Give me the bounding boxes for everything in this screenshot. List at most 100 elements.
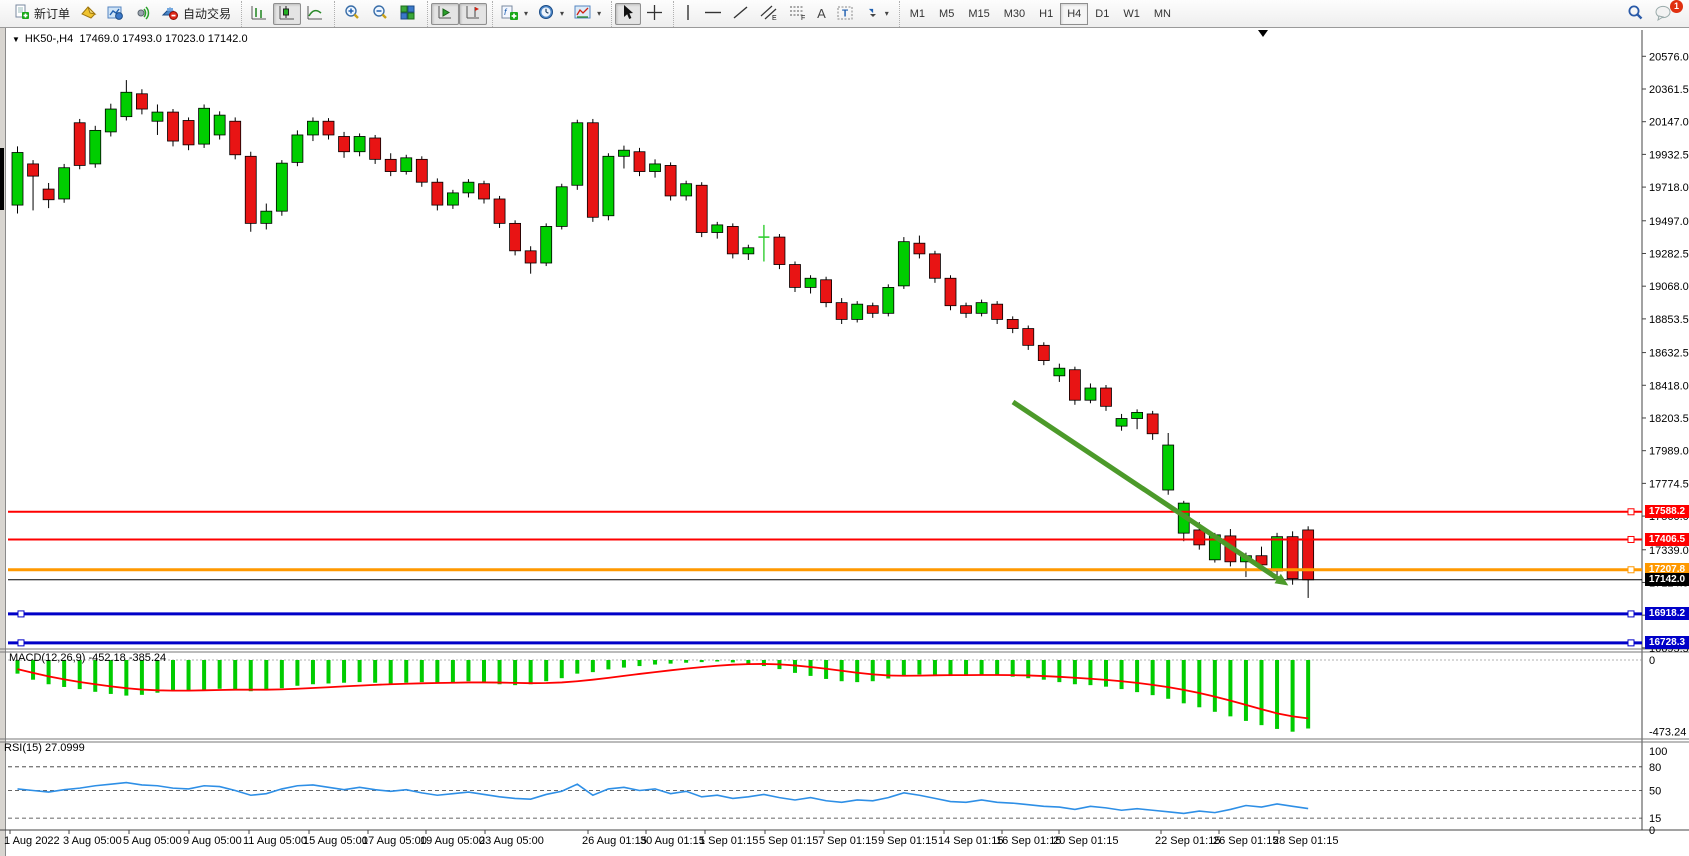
- templates-button[interactable]: ▾: [569, 3, 606, 25]
- arrows-tool-button[interactable]: ▾: [859, 3, 894, 25]
- macd-histogram-bar: [124, 660, 128, 696]
- publish-button[interactable]: [102, 3, 129, 25]
- macd-histogram-bar: [731, 660, 735, 662]
- auto-scroll-button[interactable]: [431, 3, 459, 25]
- tf-w1[interactable]: W1: [1116, 3, 1147, 25]
- sound-button[interactable]: [129, 3, 156, 25]
- market-watch-button[interactable]: [75, 3, 102, 25]
- macd-histogram-bar: [855, 660, 859, 682]
- candle-body: [945, 278, 956, 305]
- line-handle[interactable]: [18, 611, 24, 617]
- candle-body: [183, 120, 194, 144]
- candle-body: [385, 159, 396, 171]
- candle-body: [74, 123, 85, 166]
- price-tick-label: 19718.0: [1649, 182, 1689, 194]
- candle-chart-button[interactable]: [273, 3, 301, 25]
- price-tick-label: 19932.5: [1649, 149, 1689, 161]
- text-label-tool-button[interactable]: T: [831, 3, 859, 25]
- fibonacci-icon: F: [788, 4, 807, 24]
- candle-body: [1069, 370, 1080, 400]
- macd-histogram-bar: [498, 660, 502, 684]
- macd-histogram-bar: [155, 660, 159, 693]
- new-order-button[interactable]: 新订单: [9, 3, 75, 25]
- candle-body: [650, 164, 661, 172]
- macd-signal-line: [18, 664, 1309, 718]
- autotrade-label: 自动交易: [183, 5, 231, 22]
- macd-histogram-bar: [264, 660, 268, 690]
- candle-body: [432, 182, 443, 205]
- tf-m5[interactable]: M5: [932, 3, 961, 25]
- macd-histogram-bar: [1275, 660, 1279, 729]
- line-chart-button[interactable]: [301, 3, 329, 25]
- price-tick-label: 20361.5: [1649, 84, 1689, 96]
- candle-body: [28, 164, 39, 176]
- hline-tool-button[interactable]: [699, 3, 727, 25]
- line-handle[interactable]: [1628, 611, 1634, 617]
- line-handle[interactable]: [1628, 640, 1634, 646]
- channel-tool-button[interactable]: E: [754, 3, 783, 25]
- macd-histogram-bar: [513, 660, 517, 685]
- candle-body: [525, 251, 536, 263]
- time-tick-label: 3 Aug 05:00: [63, 835, 122, 847]
- search-icon: [1626, 4, 1644, 24]
- line-handle[interactable]: [1628, 509, 1634, 515]
- cursor-button[interactable]: [615, 3, 641, 25]
- price-label-17142.0: 17142.0: [1645, 573, 1689, 586]
- indicators-button[interactable]: f ▾: [496, 3, 533, 25]
- tf-d1[interactable]: D1: [1088, 3, 1116, 25]
- text-tool-button[interactable]: A: [812, 3, 831, 25]
- chart-type-group: [241, 1, 332, 27]
- autotrade-icon: [161, 5, 179, 23]
- crosshair-button[interactable]: [641, 3, 668, 25]
- search-button[interactable]: [1621, 3, 1649, 25]
- zoom-in-button[interactable]: [338, 3, 366, 25]
- tf-h1[interactable]: H1: [1032, 3, 1060, 25]
- time-tick-label: 23 Aug 05:00: [479, 835, 544, 847]
- trendline-tool-button[interactable]: [727, 3, 754, 25]
- price-chart-canvas[interactable]: 20576.020361.520147.019932.519718.019497…: [0, 28, 1689, 856]
- collapse-triangle-icon[interactable]: ▼: [12, 35, 20, 44]
- trend-arrow[interactable]: [1013, 402, 1280, 580]
- candle-body: [681, 184, 692, 196]
- tf-m1[interactable]: M1: [903, 3, 932, 25]
- vline-tool-button[interactable]: [677, 3, 699, 25]
- autotrade-button[interactable]: 自动交易: [156, 3, 236, 25]
- macd-histogram-bar: [451, 660, 455, 682]
- candle-body: [59, 168, 70, 199]
- fibonacci-tool-button[interactable]: F: [783, 3, 812, 25]
- candle-chart-icon: [278, 4, 296, 24]
- time-tick-label: 20 Sep 01:15: [1053, 835, 1118, 847]
- macd-histogram-bar: [1244, 660, 1248, 721]
- candle-body: [665, 165, 676, 195]
- macd-histogram-bar: [949, 660, 953, 676]
- tile-windows-button[interactable]: [394, 3, 422, 25]
- price-tick-label: 19282.5: [1649, 248, 1689, 260]
- line-handle[interactable]: [18, 640, 24, 646]
- arrows-icon: [864, 4, 880, 23]
- tf-m15[interactable]: M15: [961, 3, 996, 25]
- tf-m30[interactable]: M30: [997, 3, 1032, 25]
- candle-body: [1023, 329, 1034, 346]
- chart-window: ▼HK50-,H4 17469.0 17493.0 17023.0 17142.…: [0, 28, 1689, 856]
- price-label-16918.2: 16918.2: [1645, 607, 1689, 620]
- line-chart-icon: [306, 4, 324, 24]
- notifications-button[interactable]: 1: [1649, 3, 1677, 25]
- line-handle[interactable]: [1628, 567, 1634, 573]
- bar-chart-button[interactable]: [245, 3, 273, 25]
- chart-shift-button[interactable]: [459, 3, 487, 25]
- gold-icon: [80, 5, 97, 23]
- candle-body: [494, 199, 505, 223]
- macd-histogram-bar: [466, 660, 470, 681]
- tf-mn[interactable]: MN: [1147, 3, 1178, 25]
- zoom-out-button[interactable]: [366, 3, 394, 25]
- macd-histogram-bar: [653, 660, 657, 665]
- candle-body: [774, 237, 785, 264]
- tf-h4[interactable]: H4: [1060, 3, 1088, 25]
- periods-button[interactable]: ▾: [533, 3, 569, 25]
- objects-group: E F A T ▾: [673, 1, 897, 27]
- candle-body: [401, 158, 412, 172]
- zoom-out-icon: [371, 4, 389, 24]
- chart-shift-marker[interactable]: [1258, 30, 1268, 37]
- time-tick-label: 17 Aug 05:00: [362, 835, 427, 847]
- line-handle[interactable]: [1628, 536, 1634, 542]
